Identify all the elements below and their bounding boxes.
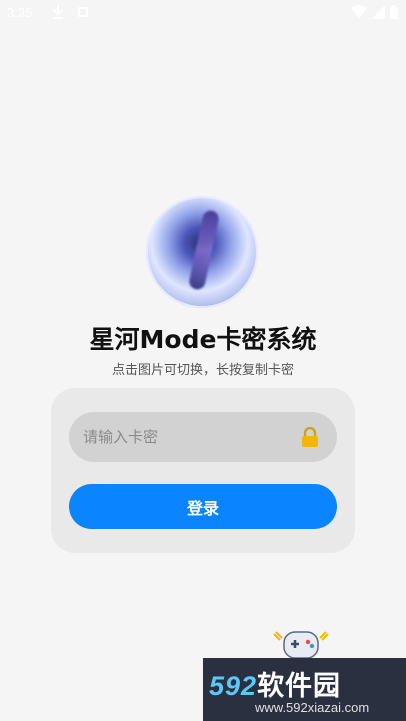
lock-icon <box>302 427 318 447</box>
square-icon <box>78 7 88 17</box>
logo-image[interactable] <box>146 196 258 308</box>
status-bar: 3:35 <box>0 0 406 28</box>
gamepad-icon <box>273 631 329 659</box>
watermark-url: www.592xiazai.com <box>255 700 370 715</box>
download-icon <box>53 5 63 19</box>
watermark-logo: 592软件园 www.592xiazai.com <box>203 658 406 721</box>
login-button[interactable]: 登录 <box>69 484 337 529</box>
status-right <box>351 5 398 19</box>
card-key-input[interactable] <box>69 412 303 462</box>
status-time: 3:35 <box>7 5 33 20</box>
wifi-icon <box>351 5 367 18</box>
app-screen: 3:35 星河Mode卡密系统 点击图片可切换，长按复制卡密 请输入卡密 登录 … <box>0 0 406 721</box>
login-card: 登录 <box>51 388 355 553</box>
battery-icon <box>390 5 398 19</box>
watermark-brand: 592软件园 <box>209 671 342 701</box>
page-title: 星河Mode卡密系统 <box>89 325 317 354</box>
page-subtitle: 点击图片可切换，长按复制卡密 <box>111 363 294 378</box>
card-key-field <box>69 412 337 462</box>
signal-icon <box>372 5 385 19</box>
